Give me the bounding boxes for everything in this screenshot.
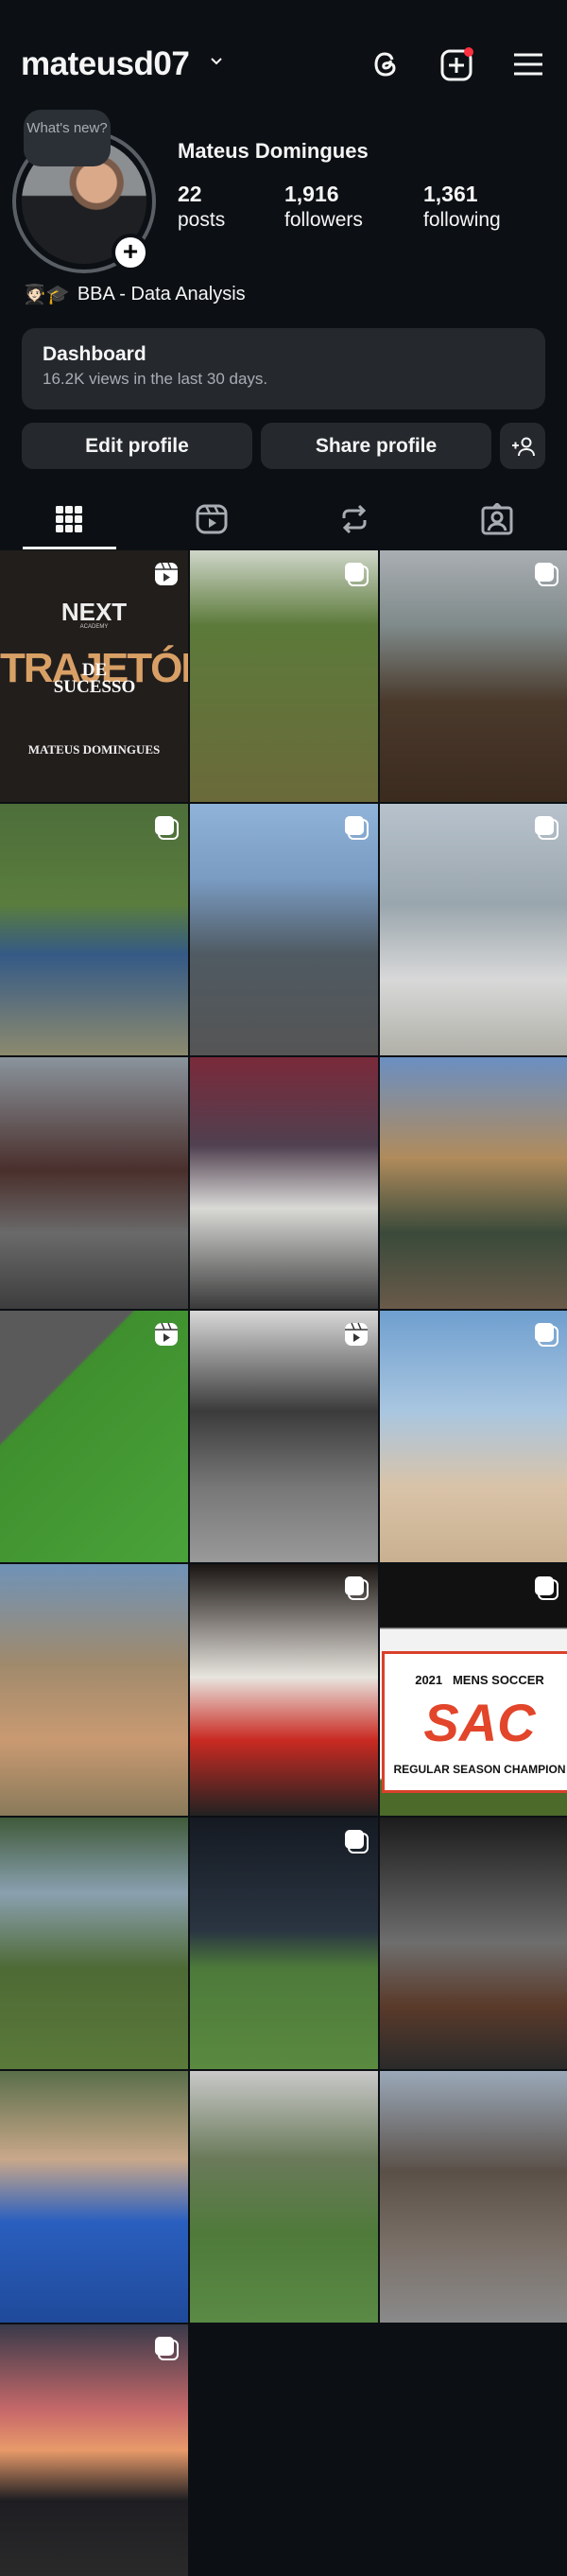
post-thumbnail[interactable] <box>0 1057 188 1309</box>
dashboard-subtitle: 16.2K views in the last 30 days. <box>43 370 268 388</box>
carousel-icon <box>344 1829 369 1854</box>
stat-value: 1,916 <box>284 182 339 206</box>
carousel-icon <box>344 1575 369 1600</box>
stat-label: following <box>423 209 501 231</box>
post-thumbnail[interactable]: NEXTACADEMYTRAJETÓRIADE SUCESSOMATEUS DO… <box>0 550 188 802</box>
post-thumbnail[interactable] <box>190 1311 378 1562</box>
dashboard-title: Dashboard <box>43 343 146 365</box>
reel-icon <box>154 1322 179 1347</box>
carousel-icon <box>534 562 558 586</box>
active-tab-indicator <box>23 547 116 549</box>
stat-value: 22 <box>178 182 202 206</box>
post-thumbnail[interactable] <box>190 1564 378 1816</box>
reel-icon <box>154 562 179 586</box>
tab-grid[interactable] <box>50 496 88 542</box>
tagged-icon <box>481 503 513 535</box>
whats-new-note-bubble[interactable]: What's new? <box>24 110 111 166</box>
post-brand: NEXT <box>60 598 128 626</box>
reels-icon <box>196 504 228 534</box>
post-brand-sub: ACADEMY <box>79 624 109 630</box>
bio-emoji: 🧑🏻‍🎓🎓 <box>23 285 70 305</box>
reel-icon <box>344 1322 369 1347</box>
reposts-icon <box>342 504 367 534</box>
stat-value: 1,361 <box>423 182 478 206</box>
post-thumbnail[interactable] <box>380 804 567 1055</box>
posts-grid: NEXTACADEMYTRAJETÓRIADE SUCESSOMATEUS DO… <box>0 550 567 2576</box>
carousel-icon <box>344 815 369 840</box>
profile-full-name: Mateus Domingues <box>178 139 369 163</box>
share-profile-button[interactable]: Share profile <box>261 423 491 469</box>
username-switcher[interactable]: mateusd07 <box>21 45 190 83</box>
carousel-icon <box>534 1575 558 1600</box>
post-thumbnail[interactable] <box>0 2071 188 2323</box>
post-thumbnail[interactable] <box>0 1818 188 2069</box>
bio-text: BBA - Data Analysis <box>77 284 246 305</box>
dashboard-card[interactable]: Dashboard 16.2K views in the last 30 days… <box>22 328 545 409</box>
tab-tagged[interactable] <box>478 496 516 542</box>
carousel-icon <box>344 562 369 586</box>
stat-label: followers <box>284 209 363 231</box>
carousel-icon <box>534 815 558 840</box>
bio: 🧑🏻‍🎓🎓 BBA - Data Analysis <box>23 283 246 306</box>
notification-dot <box>464 47 473 57</box>
post-thumbnail[interactable] <box>0 1564 188 1816</box>
stat-label: posts <box>178 209 226 231</box>
carousel-icon <box>154 2336 179 2360</box>
menu-icon[interactable] <box>511 47 545 81</box>
post-thumbnail[interactable] <box>380 1818 567 2069</box>
post-thumbnail[interactable] <box>190 2071 378 2323</box>
add-person-icon <box>512 437 535 456</box>
create-icon[interactable] <box>439 47 473 81</box>
tab-reposts[interactable] <box>335 496 373 542</box>
post-thumbnail[interactable] <box>380 1057 567 1309</box>
post-thumbnail[interactable] <box>190 1818 378 2069</box>
stat-posts[interactable]: 22 posts <box>178 182 225 232</box>
banner-line2: REGULAR SEASON CHAMPION <box>393 1763 566 1776</box>
post-thumbnail[interactable] <box>0 2324 188 2576</box>
post-thumbnail[interactable] <box>380 2071 567 2323</box>
post-thumbnail[interactable] <box>0 1311 188 1562</box>
post-thumbnail[interactable] <box>380 550 567 802</box>
post-thumbnail[interactable] <box>190 804 378 1055</box>
banner-line1: 2021 MENS SOCCER <box>415 1673 544 1687</box>
empty-cell <box>190 2324 378 2576</box>
post-overlay: DE SUCESSO <box>53 660 136 697</box>
tab-reels[interactable] <box>193 496 231 542</box>
post-thumbnail[interactable]: 2021 MENS SOCCER SAC REGULAR SEASON CHAMPI… <box>380 1564 567 1816</box>
carousel-icon <box>534 1322 558 1347</box>
add-story-plus-icon[interactable]: + <box>112 234 149 271</box>
post-thumbnail[interactable] <box>190 550 378 802</box>
threads-icon[interactable] <box>369 47 404 81</box>
stat-followers[interactable]: 1,916 followers <box>284 182 363 232</box>
discover-people-button[interactable] <box>500 423 545 469</box>
post-thumbnail[interactable] <box>0 804 188 1055</box>
edit-profile-button[interactable]: Edit profile <box>22 423 252 469</box>
post-thumbnail[interactable] <box>380 1311 567 1562</box>
banner-big: SAC <box>423 1693 536 1752</box>
post-name: MATEUS DOMINGUES <box>27 742 161 757</box>
post-thumbnail[interactable] <box>190 1057 378 1309</box>
carousel-icon <box>154 815 179 840</box>
grid-icon <box>56 506 82 532</box>
chevron-down-icon[interactable] <box>210 55 223 68</box>
stat-following[interactable]: 1,361 following <box>423 182 501 232</box>
banner: 2021 MENS SOCCER SAC REGULAR SEASON CHAMPI… <box>382 1651 567 1793</box>
